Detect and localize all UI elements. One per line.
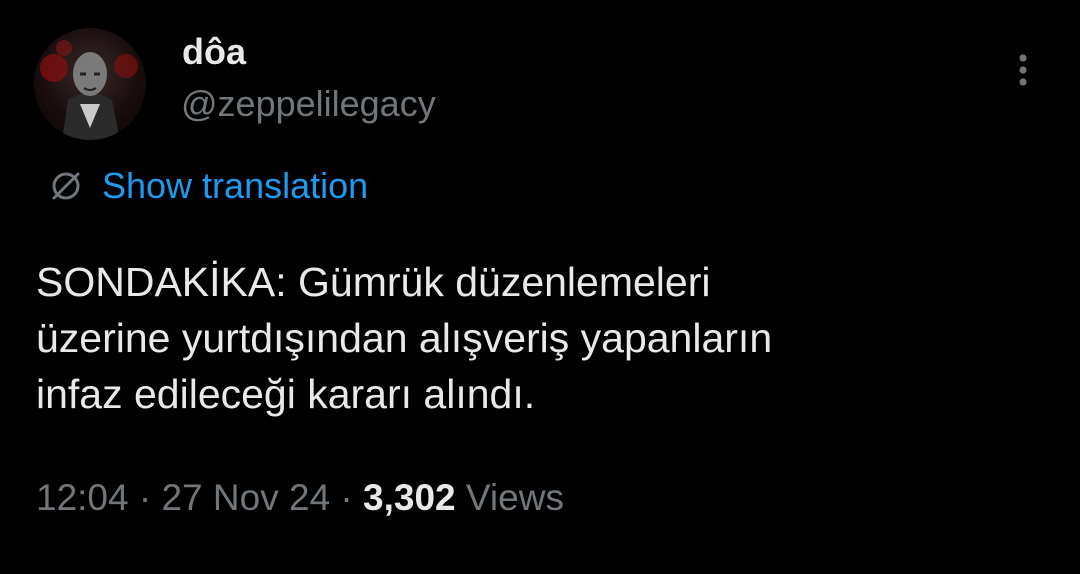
tweet-meta: 12:04 · 27 Nov 24 · 3,302 Views: [36, 474, 564, 522]
tweet-text: SONDAKİKA: Gümrük düzenlemeleri üzerine …: [36, 254, 1046, 422]
display-name[interactable]: dôa: [182, 30, 246, 74]
tweet-text-line: infaz edileceği kararı alındı.: [36, 371, 536, 417]
more-button[interactable]: [1006, 50, 1040, 90]
tweet-text-line: SONDAKİKA: Gümrük düzenlemeleri: [36, 259, 711, 305]
user-handle[interactable]: @zeppelilegacy: [181, 82, 436, 126]
more-vertical-icon: [1019, 54, 1027, 86]
meta-separator: ·: [128, 477, 162, 518]
avatar[interactable]: [34, 28, 146, 140]
meta-separator: ·: [330, 477, 364, 518]
tweet-date[interactable]: 27 Nov 24: [161, 477, 330, 518]
globe-icon: [52, 172, 80, 200]
views-count[interactable]: 3,302: [363, 477, 456, 518]
show-translation-link[interactable]: Show translation: [44, 163, 368, 209]
tweet-text-line: üzerine yurtdışından alışveriş yapanları…: [36, 315, 773, 361]
tweet-card: dôa @zeppelilegacy Show translation SOND…: [0, 0, 1080, 574]
avatar-image: [40, 40, 138, 140]
tweet-time[interactable]: 12:04: [36, 477, 129, 518]
show-translation-label: Show translation: [102, 165, 369, 206]
views-label: Views: [465, 477, 564, 518]
